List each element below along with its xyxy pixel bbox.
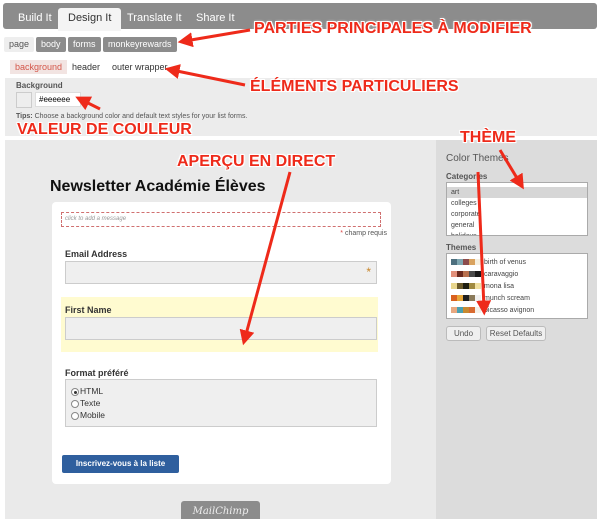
arrow-theme-list (476, 171, 492, 316)
annotation-theme: THÈME (460, 129, 516, 146)
annotation-main-parts: PARTIES PRINCIPALES À MODIFIER (254, 20, 532, 37)
arrow-theme-categories (498, 149, 524, 190)
arrow-elements (164, 64, 246, 87)
arrow-color-value (75, 96, 101, 111)
annotation-color-value: VALEUR DE COULEUR (17, 121, 192, 138)
arrow-main-parts (177, 28, 251, 48)
arrow-preview (239, 171, 292, 346)
annotation-elements: ÉLÉMENTS PARTICULIERS (250, 78, 459, 95)
annotation-preview: APERÇU EN DIRECT (177, 153, 336, 170)
